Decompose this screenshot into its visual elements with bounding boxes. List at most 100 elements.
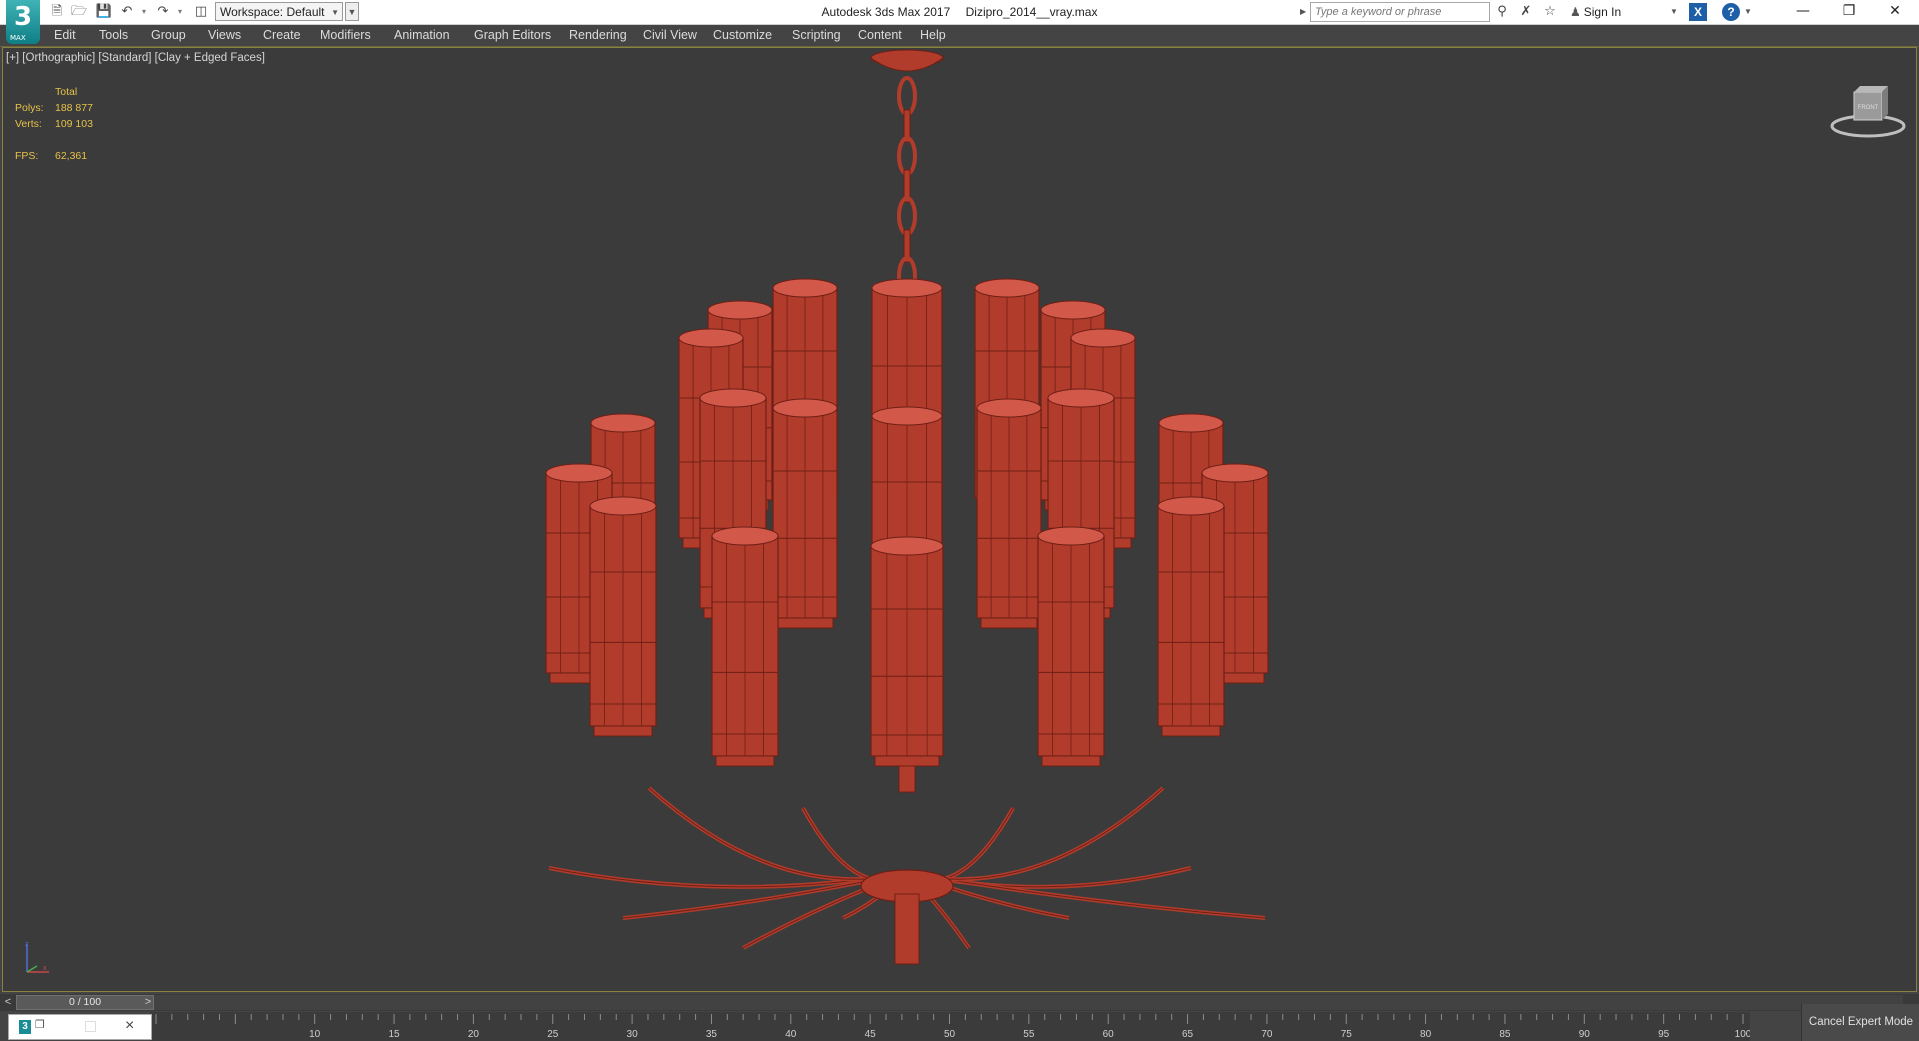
app-logo-text: 3 — [13, 2, 33, 32]
viewcube-widget[interactable]: FRONT — [1823, 78, 1913, 148]
arm-edge — [802, 807, 908, 881]
maximize-window-icon[interactable] — [85, 1021, 96, 1032]
ruler-label: 20 — [468, 1029, 480, 1040]
workspace-dropdown[interactable]: Workspace: Default ▼ — [215, 2, 343, 21]
stats-fps-label: FPS: — [15, 150, 39, 162]
candle-cup — [776, 617, 834, 629]
next-frame-button[interactable]: > — [141, 995, 155, 1009]
menu-rendering[interactable]: Rendering — [569, 25, 627, 45]
restore-window-icon[interactable]: ❐ — [35, 1018, 45, 1031]
ruler-label: 80 — [1420, 1029, 1432, 1040]
sign-in-dropdown-icon[interactable]: ▼ — [1670, 0, 1678, 24]
candle-cup — [715, 755, 775, 767]
ruler-label: 50 — [944, 1029, 956, 1040]
cancel-expert-mode-button[interactable]: Cancel Expert Mode — [1801, 1004, 1919, 1041]
ruler-label: 75 — [1341, 1029, 1353, 1040]
stats-verts-value: 109 103 — [55, 118, 93, 130]
candle-top — [699, 388, 767, 408]
arm — [801, 807, 908, 883]
time-slider-track[interactable] — [154, 995, 1903, 1010]
redo-dropdown-icon[interactable]: ▾ — [176, 3, 184, 21]
candle-top — [1158, 413, 1224, 433]
file-name: Dizipro_2014__vray.max — [965, 5, 1098, 19]
ruler-label: 40 — [785, 1029, 797, 1040]
viewport-label-menu[interactable]: [+] [Orthographic] [Standard] [Clay + Ed… — [6, 52, 265, 64]
menu-scripting[interactable]: Scripting — [792, 25, 841, 45]
menu-create[interactable]: Create — [263, 25, 301, 45]
sign-in-button[interactable]: ♟ Sign In — [1570, 0, 1621, 24]
stats-total-label: Total — [55, 86, 78, 98]
chandelier-model[interactable] — [3, 48, 1917, 992]
perspective-viewport[interactable]: [+] [Orthographic] [Standard] [Clay + Ed… — [2, 47, 1917, 992]
time-slider[interactable]: 0 / 100 — [16, 995, 154, 1010]
stats-verts-label: Verts: — [15, 118, 42, 130]
candle-cup — [593, 725, 653, 737]
menu-modifiers[interactable]: Modifiers — [320, 25, 371, 45]
chain-link — [897, 136, 917, 176]
binoculars-icon[interactable]: ⚲ — [1493, 3, 1511, 21]
arm-edge — [906, 807, 1014, 881]
menu-content[interactable]: Content — [858, 25, 902, 45]
menu-animation[interactable]: Animation — [394, 25, 450, 45]
stats-polys-value: 188 877 — [55, 102, 93, 114]
save-file-icon[interactable]: 💾 — [95, 3, 113, 21]
search-input[interactable] — [1310, 2, 1490, 22]
close-icon[interactable]: ✕ — [1872, 0, 1918, 24]
candle-top — [1070, 328, 1136, 348]
time-slider-bar: < 0 / 100 > — [0, 994, 1919, 1011]
frame-ruler[interactable]: 10 15 20 25 30 35 40 45 50 55 60 65 70 75 80 85 90 95 100 — [150, 1012, 1750, 1041]
close-window-icon[interactable]: × — [125, 1017, 134, 1035]
arm — [906, 807, 1015, 883]
minimized-window[interactable]: 3 ❐ × — [8, 1014, 152, 1040]
restore-icon[interactable]: ❐ — [1826, 0, 1872, 24]
arm — [906, 786, 1165, 882]
project-folder-icon[interactable]: ◫ — [192, 3, 210, 21]
viewcube-side[interactable] — [1882, 86, 1888, 120]
svg-text:z: z — [25, 941, 29, 948]
stats-polys-label: Polys: — [15, 102, 44, 114]
menu-tools[interactable]: Tools — [99, 25, 128, 45]
favorites-star-icon[interactable]: ☆ — [1541, 3, 1559, 21]
infocenter-search: ▶ — [1300, 1, 1490, 23]
menu-views[interactable]: Views — [208, 25, 241, 45]
candle-top — [974, 278, 1040, 298]
open-file-icon[interactable]: 🗁 — [70, 3, 88, 21]
candle-top — [772, 278, 838, 298]
menu-help[interactable]: Help — [920, 25, 946, 45]
menu-group[interactable]: Group — [151, 25, 186, 45]
undo-dropdown-icon[interactable]: ▾ — [140, 3, 148, 21]
ruler-label: 45 — [865, 1029, 877, 1040]
ruler-label: 35 — [706, 1029, 718, 1040]
candle-cup — [874, 755, 940, 767]
help-icon[interactable]: ? — [1722, 3, 1740, 21]
chain-link — [897, 196, 917, 236]
chain-link — [897, 76, 917, 116]
menu-graph-editors[interactable]: Graph Editors — [474, 25, 551, 45]
axis-tripod-icon: z x — [25, 941, 49, 973]
autodesk-exchange-icon[interactable]: X — [1689, 3, 1707, 21]
menu-civil-view[interactable]: Civil View — [643, 25, 697, 45]
search-expand-icon[interactable]: ▶ — [1300, 3, 1308, 21]
help-dropdown-icon[interactable]: ▼ — [1744, 0, 1752, 24]
chevron-down-icon: ▼ — [331, 8, 339, 17]
candle-top — [1047, 388, 1115, 408]
ruler-label: 100 — [1735, 1029, 1750, 1040]
ruler-label: 10 — [309, 1029, 321, 1040]
quick-access-customize-icon[interactable]: ▼ — [345, 2, 359, 21]
menu-edit[interactable]: Edit — [54, 25, 76, 45]
undo-icon[interactable]: ↶ — [118, 3, 136, 21]
menu-customize[interactable]: Customize — [713, 25, 772, 45]
candle-top — [711, 526, 779, 546]
hub-finial — [894, 893, 920, 965]
track-bar[interactable]: 10 15 20 25 30 35 40 45 50 55 60 65 70 75 80 85 90 95 100 — [150, 1012, 1750, 1041]
new-file-icon[interactable]: 🗎 — [48, 3, 66, 21]
sign-in-label: Sign In — [1583, 5, 1622, 19]
app-logo-sub: MAX — [10, 34, 26, 42]
ruler-label: 25 — [547, 1029, 559, 1040]
previous-frame-button[interactable]: < — [1, 995, 15, 1009]
minimize-icon[interactable]: — — [1780, 0, 1826, 24]
communication-center-icon[interactable]: ✗ — [1517, 3, 1535, 21]
app-logo[interactable]: 3 MAX — [6, 0, 40, 44]
candle-top — [871, 406, 943, 426]
redo-icon[interactable]: ↷ — [154, 3, 172, 21]
